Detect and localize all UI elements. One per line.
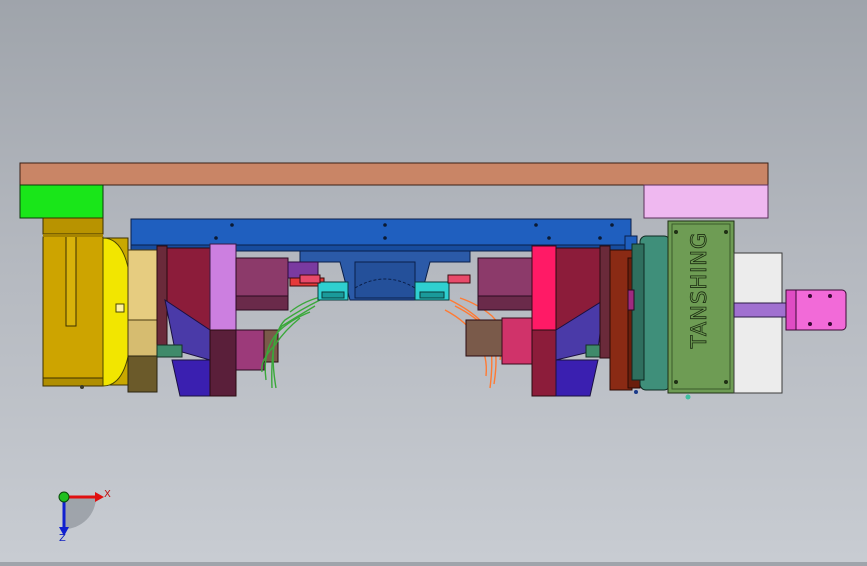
screw-marker [685, 394, 691, 400]
screw-marker [634, 390, 638, 394]
top-plate[interactable] [19, 162, 769, 186]
left-tan-block[interactable] [127, 249, 158, 393]
left-green-block[interactable] [19, 184, 104, 219]
coordinate-triad-icon[interactable]: X Z [58, 489, 111, 544]
blue-crossbeam[interactable] [130, 218, 638, 252]
brand-label: TANSHING [687, 232, 711, 350]
z-axis-label: Z [59, 533, 66, 544]
gray-gearbox[interactable] [733, 252, 783, 394]
bolt-marker [115, 303, 125, 313]
right-pink-block[interactable] [643, 184, 769, 219]
shaft-coupling[interactable] [785, 289, 847, 331]
cad-viewport[interactable]: TANSHING X Z [0, 0, 867, 562]
left-clamp-assembly[interactable] [156, 243, 325, 397]
x-axis-label: X [104, 489, 111, 500]
output-shaft[interactable] [733, 302, 789, 318]
assembly-drawing: TANSHING X Z [19, 162, 847, 544]
right-motor-flange[interactable] [627, 235, 671, 391]
screw-marker [80, 385, 84, 389]
motor-body[interactable]: TANSHING [667, 220, 735, 394]
